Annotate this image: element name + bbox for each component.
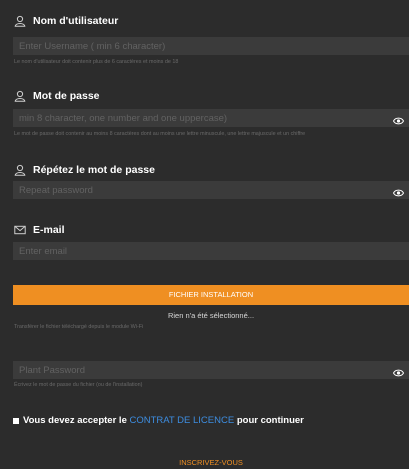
username-input[interactable]: [19, 38, 379, 54]
eye-icon[interactable]: [392, 113, 405, 125]
plant-password-hint: Écrivez le mot de passe du fichier (ou d…: [14, 382, 143, 388]
email-field[interactable]: [13, 242, 409, 260]
password-label-text: Mot de passe: [33, 90, 100, 102]
password-field[interactable]: [13, 109, 409, 127]
eye-icon[interactable]: [392, 365, 405, 377]
file-status: Rien n'a été sélectionné...: [167, 311, 255, 320]
repeat-password-label: Répétez le mot de passe: [14, 164, 155, 176]
username-field[interactable]: [13, 37, 409, 55]
plant-password-input[interactable]: [19, 362, 379, 378]
user-icon: [14, 164, 26, 176]
terms-suffix: pour continuer: [236, 415, 304, 426]
license-link[interactable]: CONTRAT DE LICENCE: [130, 415, 235, 426]
user-icon: [14, 15, 26, 27]
email-label-text: E-mail: [33, 224, 65, 236]
file-install-button[interactable]: FICHIER INSTALLATION: [13, 285, 409, 305]
password-hint: Le mot de passe doit contenir au moins 8…: [14, 131, 306, 137]
user-icon: [14, 90, 26, 102]
username-label: Nom d'utilisateur: [14, 15, 118, 27]
email-input[interactable]: [19, 243, 379, 259]
repeat-password-label-text: Répétez le mot de passe: [33, 164, 155, 176]
email-label: E-mail: [14, 224, 65, 236]
eye-icon[interactable]: [392, 185, 405, 197]
plant-password-field[interactable]: [13, 361, 409, 379]
submit-button[interactable]: INSCRIVEZ-VOUS: [13, 458, 409, 467]
envelope-icon: [14, 224, 26, 236]
file-hint: Transférer le fichier téléchargé depuis …: [14, 324, 144, 330]
password-input[interactable]: [19, 110, 379, 126]
terms-row: Vous devez accepter le CONTRAT DE LICENC…: [13, 415, 304, 426]
terms-checkbox[interactable]: [13, 417, 19, 424]
username-label-text: Nom d'utilisateur: [33, 15, 119, 27]
terms-prefix: Vous devez accepter le: [23, 415, 127, 426]
password-label: Mot de passe: [14, 90, 100, 102]
repeat-password-input[interactable]: [19, 182, 379, 198]
repeat-password-field[interactable]: [13, 181, 409, 199]
username-hint: Le nom d'utilisateur doit contenir plus …: [14, 59, 179, 65]
